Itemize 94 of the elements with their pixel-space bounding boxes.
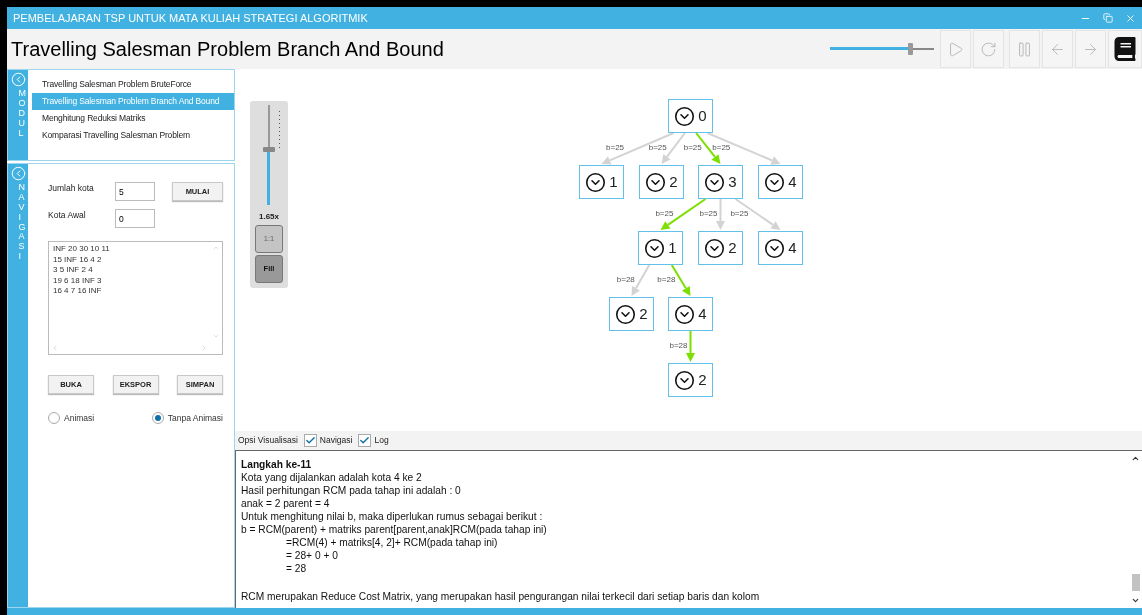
pause-button[interactable] xyxy=(1009,30,1040,68)
node-label: 3 xyxy=(728,171,737,192)
matrix-row: 15 INF 16 4 2 xyxy=(53,254,102,265)
close-icon[interactable] xyxy=(1125,12,1136,24)
matrix-row: 16 4 7 16 INF xyxy=(53,286,102,297)
checkbox-label: Log xyxy=(374,434,389,447)
tree-node[interactable]: 2 xyxy=(639,165,684,199)
log-line: b = RCM(parent) + matriks parent[parent,anak]RCM(pada tahap ini) xyxy=(241,523,547,536)
radio-button[interactable] xyxy=(151,412,164,425)
restart-icon xyxy=(980,40,997,58)
field-label: Jumlah kota xyxy=(48,182,95,195)
log-line: =RCM(4) + matriks[4, 2]+ RCM(pada tahap ini) xyxy=(285,536,498,549)
expand-icon[interactable] xyxy=(585,171,607,193)
expand-icon[interactable] xyxy=(764,171,786,193)
tree-node[interactable]: 0 xyxy=(668,99,713,133)
log-line: Untuk menghitung nilai b, maka diperlukan rumus sebagai berikut : xyxy=(241,510,543,523)
expand-icon[interactable] xyxy=(674,105,696,127)
node-label: 4 xyxy=(788,171,797,192)
restart-button[interactable] xyxy=(973,30,1004,68)
matrix-row: INF 20 30 10 11 xyxy=(53,244,110,255)
node-label: 1 xyxy=(668,237,677,258)
radio-label: Tanpa Animasi xyxy=(167,412,223,425)
bound-label: b=25 xyxy=(648,144,667,152)
tree-node[interactable]: 4 xyxy=(758,165,803,199)
text-field[interactable]: 0 xyxy=(115,209,155,228)
log-line: RCM merupakan Reduce Cost Matrix, yang merupakan hasil pengurangan nilai terkecil dari setiap baris dan kolom xyxy=(241,590,760,603)
book-button[interactable] xyxy=(1108,30,1142,68)
restore-icon[interactable] xyxy=(1103,13,1113,23)
log-line: Kota yang dijalankan adalah kota 4 ke 2 xyxy=(241,471,422,484)
tree-node[interactable]: 1 xyxy=(638,231,683,265)
scroll-up-icon[interactable] xyxy=(1131,454,1140,463)
play-icon xyxy=(947,40,964,58)
node-label: 4 xyxy=(698,303,707,324)
speed-slider[interactable] xyxy=(830,43,934,55)
module-item[interactable]: Menghitung Reduksi Matriks xyxy=(32,110,234,127)
checkbox-label: Navigasi xyxy=(319,434,353,447)
node-label: 0 xyxy=(698,105,707,126)
tree-node[interactable]: 2 xyxy=(668,363,713,397)
window-title: PEMBELAJARAN TSP UNTUK MATA KULIAH STRATEGI ALGORITMIK xyxy=(13,10,369,26)
field-label: Kota Awal xyxy=(48,209,87,222)
log-line: anak = 2 parent = 4 xyxy=(241,497,330,510)
bound-label: b=25 xyxy=(712,144,731,152)
node-label: 1 xyxy=(609,171,618,192)
module-item[interactable]: Komparasi Travelling Salesman Problem xyxy=(32,127,234,144)
page-title: Travelling Salesman Problem Branch And Bound xyxy=(11,37,445,62)
radio-label: Animasi xyxy=(64,412,95,425)
zoom-reading: 1.65x xyxy=(259,211,279,223)
text-field[interactable]: 5 xyxy=(115,182,155,201)
expand-icon[interactable] xyxy=(674,369,696,391)
tree-node[interactable]: 3 xyxy=(698,165,743,199)
tree-node[interactable]: 4 xyxy=(758,231,803,265)
matrix-row: 19 6 18 INF 3 xyxy=(53,275,102,286)
book-icon xyxy=(1113,37,1137,61)
tree-node[interactable]: 1 xyxy=(579,165,624,199)
collapse-icon[interactable] xyxy=(10,72,26,87)
log-line: = 28+ 0 + 0 xyxy=(285,549,338,562)
node-label: 2 xyxy=(728,237,737,258)
radio-button[interactable] xyxy=(48,412,60,425)
scroll-down-icon[interactable] xyxy=(1131,596,1140,605)
bound-label: b=28 xyxy=(669,342,688,350)
tree-node[interactable]: 2 xyxy=(698,231,743,265)
tree-node[interactable]: 4 xyxy=(668,297,713,331)
bound-label: b=28 xyxy=(657,276,676,284)
expand-icon[interactable] xyxy=(645,171,667,193)
log-line: = 28 xyxy=(285,562,307,575)
tree-node[interactable]: 2 xyxy=(609,297,654,331)
options-label: Opsi Visualisasi xyxy=(238,434,298,447)
bound-label: b=25 xyxy=(606,144,625,152)
pause-icon xyxy=(1016,40,1033,58)
log-line: Hasil perhitungan RCM pada tahap ini adalah : 0 xyxy=(241,484,461,497)
expand-icon[interactable] xyxy=(764,237,786,259)
expand-icon[interactable] xyxy=(644,237,666,259)
node-label: 2 xyxy=(698,369,707,390)
expand-icon[interactable] xyxy=(615,303,637,325)
checkbox[interactable] xyxy=(358,434,372,447)
expand-icon[interactable] xyxy=(704,237,726,259)
bound-label: b=25 xyxy=(730,210,749,218)
collapse-icon[interactable] xyxy=(10,166,26,181)
scroll-thumb[interactable] xyxy=(1132,574,1140,591)
bound-label: b=25 xyxy=(655,210,674,218)
node-label: 2 xyxy=(669,171,678,192)
checkbox[interactable] xyxy=(303,434,317,447)
bound-label: b=28 xyxy=(616,276,635,284)
node-label: 4 xyxy=(788,237,797,258)
bound-label: b=25 xyxy=(699,210,718,218)
zoom-slider[interactable] xyxy=(262,105,276,205)
bound-label: b=25 xyxy=(683,144,702,152)
matrix-row: 3 5 INF 2 4 xyxy=(53,265,93,276)
expand-icon[interactable] xyxy=(704,171,726,193)
expand-icon[interactable] xyxy=(674,303,696,325)
node-label: 2 xyxy=(639,303,648,324)
module-item[interactable]: Travelling Salesman Problem BruteForce xyxy=(32,76,234,93)
panel-label: NAVIGASI xyxy=(17,183,23,263)
log-line: Langkah ke-11 xyxy=(241,458,312,471)
